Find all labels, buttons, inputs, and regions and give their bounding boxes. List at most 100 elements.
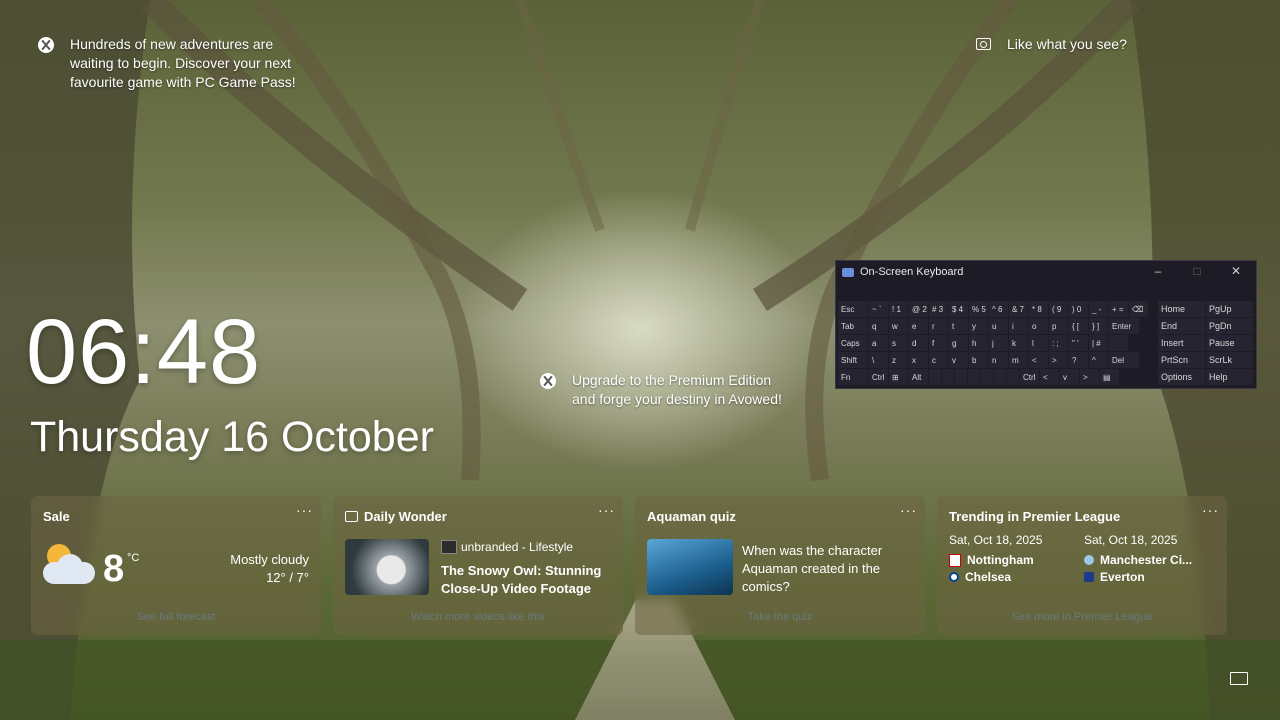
maximize-button[interactable]: □	[1182, 264, 1212, 278]
key[interactable]: s	[889, 335, 908, 351]
key[interactable]: m	[1009, 352, 1028, 368]
more-options-icon[interactable]: ···	[1202, 502, 1219, 518]
key[interactable]: ⌫	[1129, 301, 1148, 317]
key[interactable]: v	[949, 352, 968, 368]
key[interactable]: x	[909, 352, 928, 368]
key[interactable]: i	[1009, 318, 1028, 334]
gamepass-notification[interactable]: Hundreds of new adventures are waiting t…	[38, 35, 308, 92]
daily-wonder-card[interactable]: Daily Wonder ··· unbranded - Lifestyle T…	[333, 496, 623, 635]
key[interactable]: w	[889, 318, 908, 334]
key[interactable]: u	[989, 318, 1008, 334]
key[interactable]: ⊞	[889, 369, 908, 385]
key[interactable]: n	[989, 352, 1008, 368]
key[interactable]	[955, 369, 967, 385]
key[interactable]: & 7	[1009, 301, 1028, 317]
key-prtscn[interactable]: PrtScn	[1158, 352, 1205, 368]
key[interactable]: Tab	[838, 318, 868, 334]
aquaman-thumbnail[interactable]	[647, 539, 733, 595]
key[interactable]	[968, 369, 980, 385]
key[interactable]: Del	[1109, 352, 1139, 368]
spotlight-prompt[interactable]: Like what you see?	[976, 35, 1127, 54]
key[interactable]: g	[949, 335, 968, 351]
more-options-icon[interactable]: ···	[296, 502, 313, 518]
quiz-link[interactable]: Take the quiz	[635, 611, 925, 623]
key-pause[interactable]: Pause	[1206, 335, 1253, 351]
key[interactable]: % 5	[969, 301, 988, 317]
match-1[interactable]: Sat, Oct 18, 2025 Nottingham Chelsea	[949, 533, 1079, 584]
key[interactable]: " '	[1069, 335, 1088, 351]
key[interactable]: <	[1040, 369, 1059, 385]
key[interactable]	[1109, 335, 1128, 351]
key[interactable]	[981, 369, 993, 385]
key-scrlk[interactable]: ScrLk	[1206, 352, 1253, 368]
key[interactable]: j	[989, 335, 1008, 351]
key[interactable]: e	[909, 318, 928, 334]
key[interactable]: ) 0	[1069, 301, 1088, 317]
key[interactable]: Alt	[909, 369, 928, 385]
premier-league-card[interactable]: Trending in Premier League ··· Sat, Oct …	[937, 496, 1227, 635]
key[interactable]: } ]	[1089, 318, 1108, 334]
key[interactable]: d	[909, 335, 928, 351]
key-insert[interactable]: Insert	[1158, 335, 1205, 351]
quiz-card[interactable]: Aquaman quiz ··· When was the character …	[635, 496, 925, 635]
key[interactable]	[942, 369, 954, 385]
key[interactable]	[994, 369, 1006, 385]
more-options-icon[interactable]: ···	[900, 502, 917, 518]
key-home[interactable]: Home	[1158, 301, 1205, 317]
key-help[interactable]: Help	[1206, 369, 1253, 385]
owl-thumbnail[interactable]	[345, 539, 429, 595]
key[interactable]: o	[1029, 318, 1048, 334]
key[interactable]: Ctrl	[869, 369, 888, 385]
key[interactable]: Esc	[838, 301, 868, 317]
key[interactable]: @ 2	[909, 301, 928, 317]
close-button[interactable]: ✕	[1221, 264, 1251, 278]
key[interactable]: <	[1029, 352, 1048, 368]
key[interactable]: z	[889, 352, 908, 368]
key[interactable]: \	[869, 352, 888, 368]
key[interactable]: ^	[1089, 352, 1108, 368]
wonder-link[interactable]: Watch more videos like this	[333, 611, 623, 623]
key[interactable]: | #	[1089, 335, 1108, 351]
on-screen-keyboard-window[interactable]: On-Screen Keyboard – □ ✕ Esc ~ `! 1 @ 2 # 3…	[835, 260, 1257, 389]
key[interactable]: r	[929, 318, 948, 334]
league-link[interactable]: See more in Premier League	[937, 611, 1227, 623]
key[interactable]: q	[869, 318, 888, 334]
key[interactable]: a	[869, 335, 888, 351]
key[interactable]: ▤	[1100, 369, 1119, 385]
match-2[interactable]: Sat, Oct 18, 2025 Manchester Ci... Evert…	[1084, 533, 1224, 584]
key[interactable]: # 3	[929, 301, 948, 317]
key[interactable]: * 8	[1029, 301, 1048, 317]
key[interactable]: _ -	[1089, 301, 1108, 317]
minimize-button[interactable]: –	[1143, 264, 1173, 278]
premium-notification[interactable]: Upgrade to the Premium Edition and forge…	[540, 371, 790, 409]
key[interactable]: b	[969, 352, 988, 368]
weather-card[interactable]: Sale ··· 8 °C Mostly cloudy 12° / 7° See…	[31, 496, 321, 635]
key[interactable]: { [	[1069, 318, 1088, 334]
key[interactable]: + =	[1109, 301, 1128, 317]
key[interactable]: k	[1009, 335, 1028, 351]
key[interactable]: f	[929, 335, 948, 351]
key[interactable]	[929, 369, 941, 385]
network-status-icon[interactable]	[1230, 672, 1248, 685]
key[interactable]: l	[1029, 335, 1048, 351]
key[interactable]: h	[969, 335, 988, 351]
key[interactable]: ^ 6	[989, 301, 1008, 317]
key-pgup[interactable]: PgUp	[1206, 301, 1253, 317]
key-options[interactable]: Options	[1158, 369, 1205, 385]
key[interactable]: ( 9	[1049, 301, 1068, 317]
key-pgdn[interactable]: PgDn	[1206, 318, 1253, 334]
key[interactable]: Shift	[838, 352, 868, 368]
key[interactable]: ! 1	[889, 301, 908, 317]
key[interactable]: p	[1049, 318, 1068, 334]
key[interactable]: Fn	[838, 369, 868, 385]
key[interactable]	[1007, 369, 1019, 385]
key[interactable]: y	[969, 318, 988, 334]
wonder-headline[interactable]: The Snowy Owl: Stunning Close-Up Video F…	[441, 562, 616, 598]
key[interactable]: Enter	[1109, 318, 1139, 334]
more-options-icon[interactable]: ···	[598, 502, 615, 518]
key[interactable]: Caps	[838, 335, 868, 351]
key[interactable]: $ 4	[949, 301, 968, 317]
key[interactable]: ~ `	[869, 301, 888, 317]
key[interactable]: >	[1049, 352, 1068, 368]
key-end[interactable]: End	[1158, 318, 1205, 334]
